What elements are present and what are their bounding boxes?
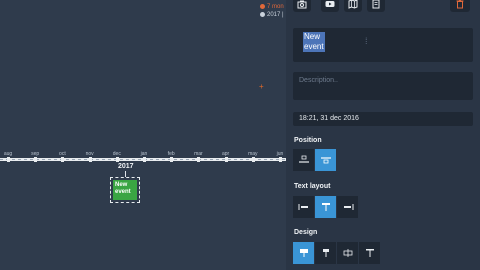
text-layout-left-button[interactable]	[293, 196, 314, 218]
position-above-icon	[298, 155, 309, 163]
axis-tick	[279, 157, 282, 162]
add-marker-icon[interactable]: +	[259, 83, 264, 91]
datetime-value: 18:21, 31 dec 2016	[299, 115, 359, 122]
camera-button[interactable]	[293, 0, 311, 12]
map-icon	[348, 0, 358, 9]
position-below-icon	[320, 157, 331, 164]
axis-tick	[143, 157, 146, 162]
legend-item-range: 7 mon	[260, 3, 284, 11]
axis-tick	[197, 157, 201, 162]
axis-tick	[170, 157, 174, 162]
document-button[interactable]	[367, 0, 385, 12]
timeline-canvas[interactable]: 7 mon 2017 | + aug sep oct nov dec jan feb mar a…	[0, 0, 286, 270]
legend-dot-icon	[260, 11, 265, 17]
map-button[interactable]	[344, 0, 362, 12]
text-center-icon	[321, 203, 330, 211]
axis-tick	[251, 157, 255, 162]
timeline-legend: 7 mon 2017 |	[260, 3, 284, 19]
design-boxed-icon	[299, 249, 308, 257]
design-minimal-button[interactable]	[359, 242, 380, 264]
axis-tick	[61, 157, 65, 162]
trash-icon	[456, 0, 464, 9]
design-tag-button[interactable]	[315, 242, 336, 264]
design-outline-button[interactable]	[337, 242, 358, 264]
event-editor-panel: New event ⁞ Description.. 18:21, 31 dec …	[286, 0, 480, 270]
text-layout-label: Text layout	[294, 183, 331, 190]
axis-tick	[224, 157, 228, 162]
datetime-input[interactable]: 18:21, 31 dec 2016	[293, 112, 473, 126]
legend-item-year: 2017 |	[260, 11, 284, 19]
design-outline-icon	[343, 249, 352, 257]
legend-dot-icon	[260, 3, 265, 9]
delete-event-button[interactable]	[450, 0, 470, 12]
description-input[interactable]: Description..	[293, 72, 473, 100]
design-tag-icon	[322, 249, 329, 257]
position-options	[293, 149, 336, 171]
event-card-body[interactable]: New event	[113, 180, 137, 200]
document-icon	[372, 0, 380, 9]
position-label: Position	[294, 137, 322, 144]
design-boxed-button[interactable]	[293, 242, 314, 264]
axis-tick	[115, 157, 119, 162]
text-layout-options	[293, 196, 358, 218]
event-card-title-line1: New	[115, 182, 128, 188]
design-options	[293, 242, 380, 264]
event-title-input[interactable]: New event ⁞	[293, 28, 473, 62]
text-cursor-icon: ⁞	[365, 36, 368, 46]
text-right-icon	[343, 204, 353, 210]
position-above-button[interactable]	[293, 149, 314, 171]
year-label: 2017	[118, 163, 134, 170]
event-card-title-line2: event	[115, 189, 131, 195]
youtube-button[interactable]	[321, 0, 339, 12]
axis-tick	[7, 157, 10, 162]
description-placeholder: Description..	[299, 77, 338, 84]
design-label: Design	[294, 229, 318, 236]
text-layout-right-button[interactable]	[337, 196, 358, 218]
text-left-icon	[298, 204, 308, 210]
camera-icon	[297, 0, 307, 9]
design-minimal-icon	[365, 249, 374, 257]
event-title-selection[interactable]: New event	[303, 32, 325, 52]
event-card[interactable]: New event	[110, 177, 140, 203]
text-layout-center-button[interactable]	[315, 196, 336, 218]
position-below-button[interactable]	[315, 149, 336, 171]
youtube-icon	[325, 1, 335, 7]
media-toolbar	[286, 0, 480, 14]
axis-tick	[88, 157, 92, 162]
axis-tick	[34, 157, 38, 162]
